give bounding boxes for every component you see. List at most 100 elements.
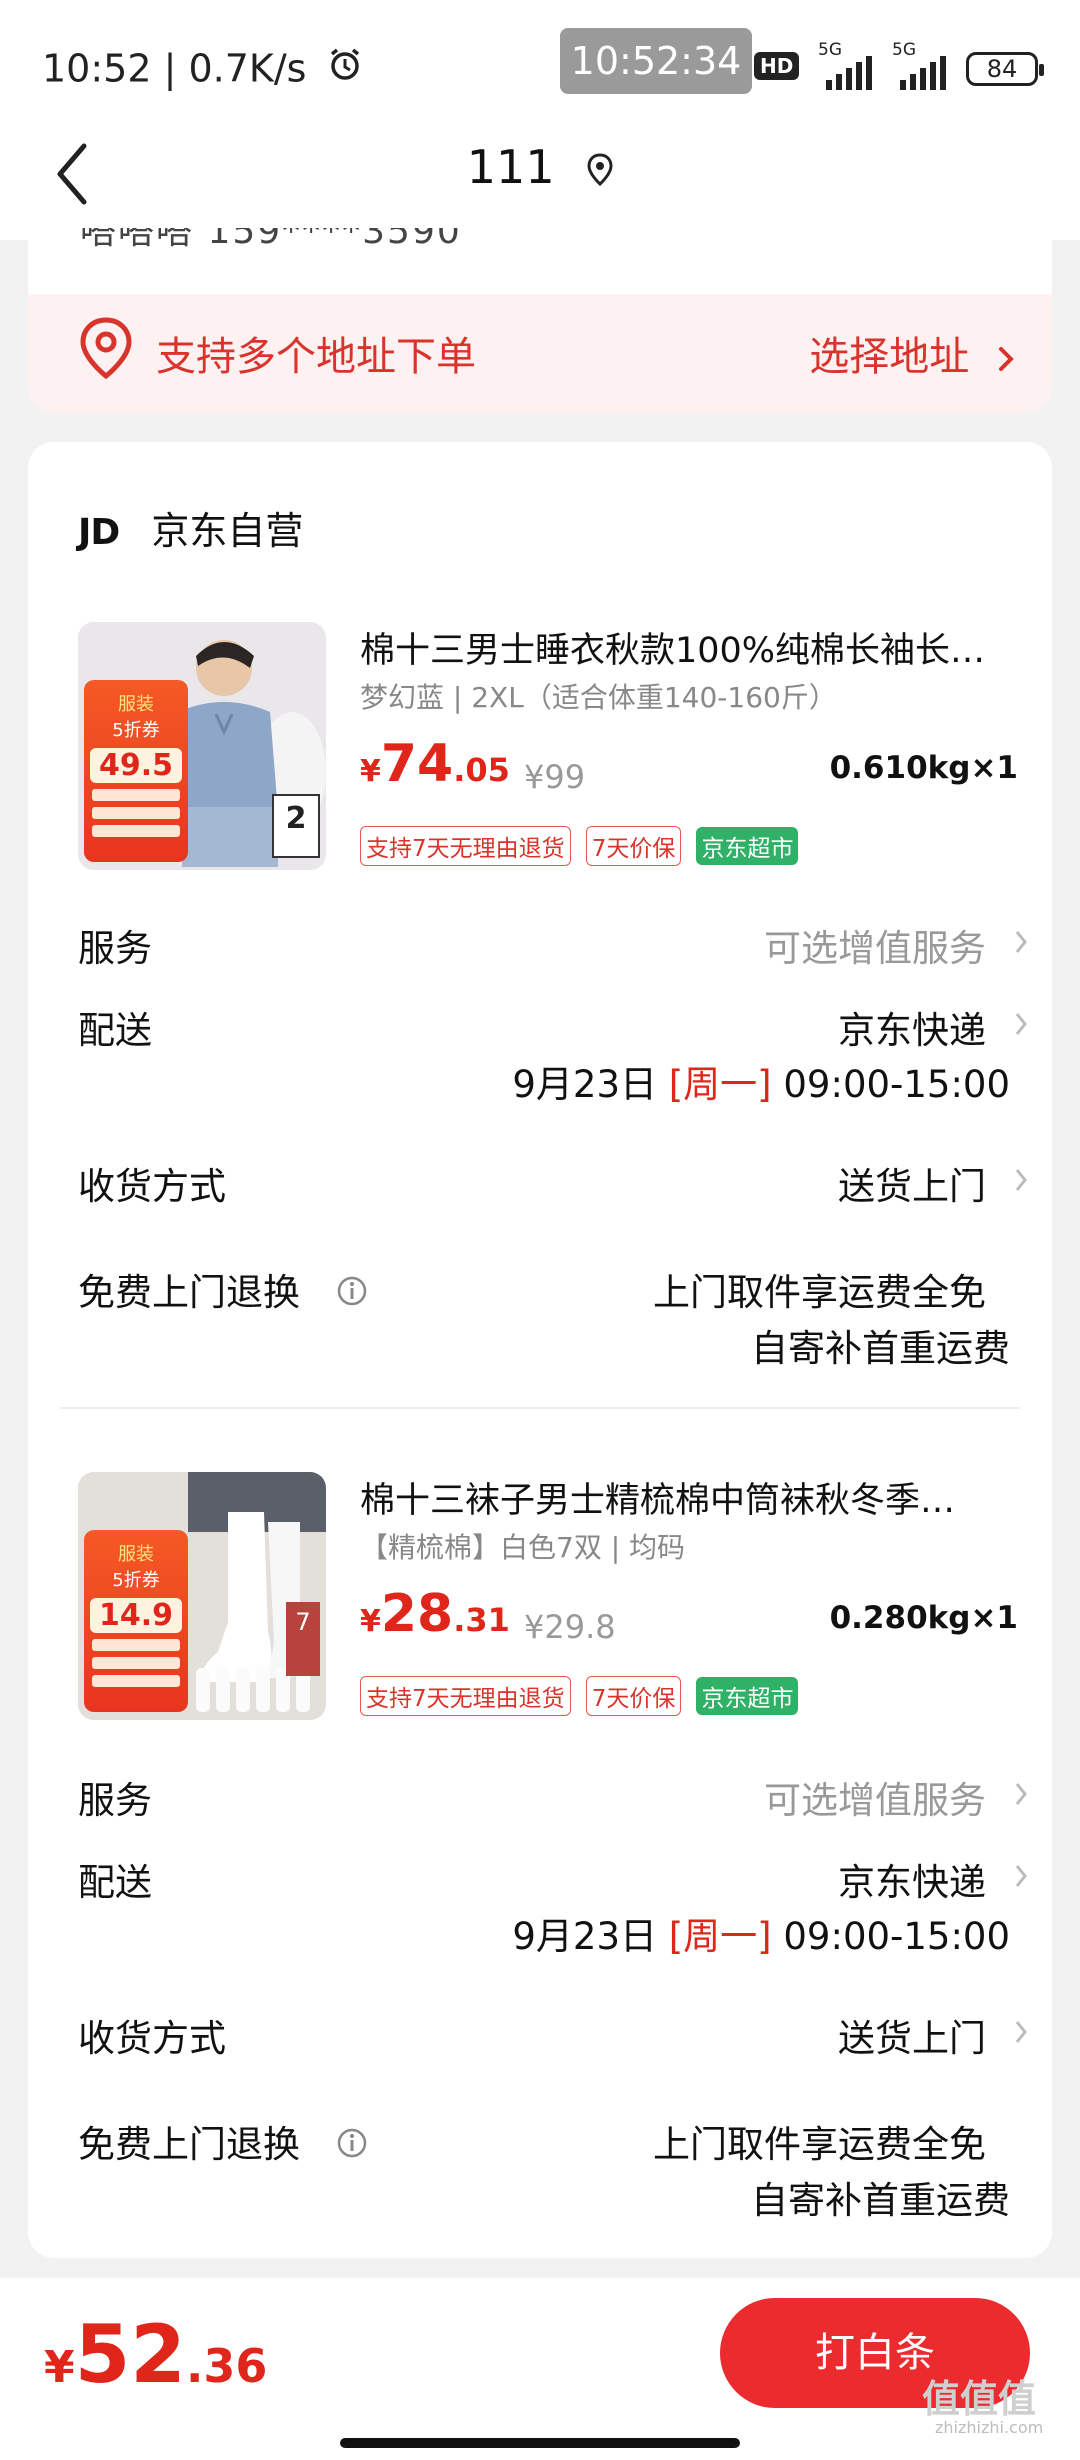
promo-price: 14.9 <box>90 1598 182 1633</box>
item-divider <box>60 1407 1020 1409</box>
chevron-right-icon <box>1015 2021 1027 2043</box>
delivery-date: 9月23日 [周一] 09:00-15:00 <box>512 1054 1010 1108</box>
promo-line2: 5折券 <box>112 1570 160 1591</box>
free-return-label: 免费上门退换 <box>78 1271 300 1314</box>
jd-logo: JD <box>78 512 120 553</box>
promo-line2: 5折券 <box>112 720 160 741</box>
price-protect-tag: 7天价保 <box>585 826 682 866</box>
status-right: HD 5G 5G 84 <box>752 40 1052 94</box>
product-image[interactable]: 服装 5折券 14.9 7 <box>78 1472 326 1720</box>
delivery-value: 京东快递 <box>838 1861 986 1904</box>
location-pin-icon <box>78 316 134 384</box>
promo-line1: 服装 <box>118 1544 154 1565</box>
free-return-line2: 自寄补首重运费 <box>751 1327 1010 1370</box>
free-return-line1: 上门取件享运费全免 <box>653 1271 986 1314</box>
address-selector[interactable]: 111 <box>467 140 613 198</box>
service-value: 可选增值服务 <box>764 927 986 970</box>
product-title[interactable]: 棉十三男士睡衣秋款100%纯棉长袖长… <box>360 622 1030 673</box>
delivery-time: 09:00-15:00 <box>783 1915 1010 1958</box>
delivery-label: 配送 <box>78 1009 152 1052</box>
receive-method-row[interactable]: 收货方式 送货上门 <box>78 2008 1028 2062</box>
pack-count: 7 <box>286 1602 320 1676</box>
info-icon[interactable] <box>336 1273 368 1316</box>
multi-address-banner[interactable]: 支持多个地址下单 选择地址 <box>28 294 1052 413</box>
delivery-label: 配送 <box>78 1861 152 1904</box>
clock-pill: 10:52:34 <box>560 28 752 94</box>
original-price: ¥99 <box>524 758 586 796</box>
watermark-logo: 值值值 <box>922 2377 1037 2421</box>
chevron-right-icon <box>1015 1169 1027 1191</box>
price-protect-tag: 7天价保 <box>585 1676 682 1716</box>
address-section: 嗒嗒嗒 159****3590 支持多个地址下单 选择地址 <box>28 228 1052 413</box>
promo-badge: 服装 5折券 14.9 <box>84 1530 188 1712</box>
location-pin-icon <box>587 144 613 198</box>
address-contact[interactable]: 嗒嗒嗒 159****3590 <box>80 228 462 254</box>
delivery-day: 9月23日 <box>512 1063 657 1106</box>
signal-icon <box>900 56 946 90</box>
service-label: 服务 <box>78 927 152 970</box>
delivery-time: 09:00-15:00 <box>783 1063 1010 1106</box>
supermarket-tag: 京东超市 <box>696 827 799 865</box>
receive-method-row[interactable]: 收货方式 送货上门 <box>78 1156 1028 1210</box>
delivery-weekday: [周一] <box>668 1063 772 1106</box>
receive-label: 收货方式 <box>78 1165 226 1208</box>
choose-address-label: 选择地址 <box>809 334 970 380</box>
hd-badge: HD <box>754 52 800 80</box>
promo-badge: 服装 5折券 49.5 <box>84 680 188 862</box>
product-price: ¥74.05 <box>360 734 510 794</box>
alarm-icon <box>327 46 363 91</box>
total-price: ¥52.36 <box>44 2308 268 2401</box>
free-return-row: 免费上门退换 上门取件享运费全免 <box>78 1262 1028 1316</box>
chevron-right-icon <box>1015 931 1027 953</box>
free-return-line2: 自寄补首重运费 <box>751 2179 1010 2222</box>
product-tags: 支持7天无理由退货 7天价保 京东超市 <box>360 1676 808 1716</box>
delivery-day: 9月23日 <box>512 1915 657 1958</box>
status-left: 10:52 | 0.7K/s <box>42 44 363 91</box>
choose-address-button[interactable]: 选择地址 <box>809 324 1016 382</box>
delivery-row[interactable]: 配送 京东快递 <box>78 1852 1028 1906</box>
product-weight: 0.280kg×1 <box>829 1600 1018 1636</box>
battery-level: 84 <box>986 55 1018 83</box>
original-price: ¥29.8 <box>524 1608 616 1646</box>
service-value: 可选增值服务 <box>764 1779 986 1822</box>
receive-value: 送货上门 <box>838 1165 986 1208</box>
status-bar: 10:52 | 0.7K/s 10:52:34 HD 5G 5G 84 <box>0 0 1080 130</box>
chevron-right-icon <box>1015 1783 1027 1805</box>
info-icon[interactable] <box>336 2125 368 2168</box>
order-card: JD 京东自营 服装 5折券 49.5 2 棉十三男士睡衣秋款100%纯棉长袖长… <box>28 442 1052 2258</box>
store-name: 京东自营 <box>151 509 304 553</box>
return-tag: 支持7天无理由退货 <box>360 826 571 866</box>
home-indicator[interactable] <box>340 2438 740 2448</box>
service-label: 服务 <box>78 1779 152 1822</box>
service-row[interactable]: 服务 可选增值服务 <box>78 918 1028 972</box>
free-return-label: 免费上门退换 <box>78 2123 300 2166</box>
service-row[interactable]: 服务 可选增值服务 <box>78 1770 1028 1824</box>
chevron-right-icon <box>1015 1865 1027 1887</box>
network-speed: 0.7K/s <box>188 46 307 91</box>
chevron-right-icon <box>999 347 1014 371</box>
chevron-right-icon <box>1015 1013 1027 1035</box>
product-image[interactable]: 服装 5折券 49.5 2 <box>78 622 326 870</box>
nav-title-wrap: 111 <box>0 140 1080 198</box>
product-title[interactable]: 棉十三袜子男士精梳棉中筒袜秋冬季… <box>360 1472 1030 1523</box>
product-variant: 梦幻蓝 | 2XL（适合体重140-160斤） <box>360 681 837 714</box>
receive-value: 送货上门 <box>838 2017 986 2060</box>
delivery-row[interactable]: 配送 京东快递 <box>78 1000 1028 1054</box>
pack-count: 2 <box>272 794 320 858</box>
free-return-row: 免费上门退换 上门取件享运费全免 <box>78 2114 1028 2168</box>
product-tags: 支持7天无理由退货 7天价保 京东超市 <box>360 826 808 866</box>
page-title: 111 <box>466 140 555 194</box>
watermark-url: zhizhizhi.com <box>935 2418 1044 2437</box>
store-header: JD 京东自营 <box>78 500 303 555</box>
product-price: ¥28.31 <box>360 1584 510 1644</box>
multi-address-label: 支持多个地址下单 <box>156 334 476 380</box>
delivery-date: 9月23日 [周一] 09:00-15:00 <box>512 1906 1010 1960</box>
delivery-value: 京东快递 <box>838 1009 986 1052</box>
promo-line1: 服装 <box>118 694 154 715</box>
supermarket-tag: 京东超市 <box>696 1677 799 1715</box>
nav-bar: 111 <box>0 130 1080 240</box>
status-time: 10:52 <box>42 46 152 91</box>
delivery-weekday: [周一] <box>668 1915 772 1958</box>
return-tag: 支持7天无理由退货 <box>360 1676 571 1716</box>
checkout-bar: ¥52.36 打白条 值值值 zhizhizhi.com <box>0 2278 1080 2460</box>
